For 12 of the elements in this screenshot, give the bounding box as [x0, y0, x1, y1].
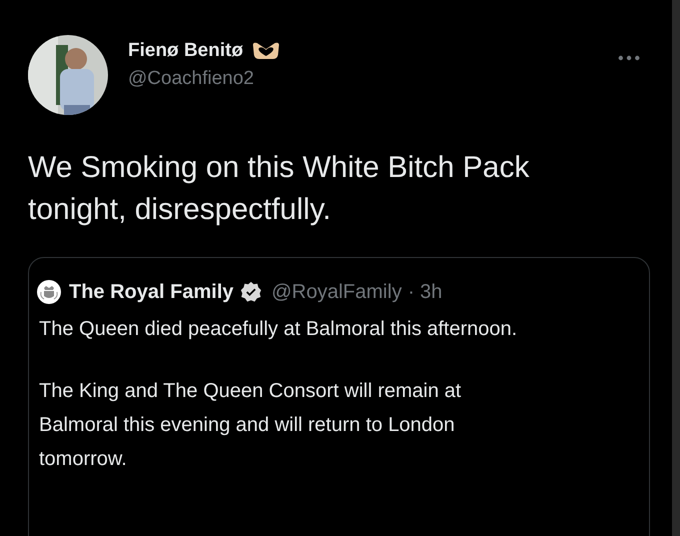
- quoted-tweet-paragraph: The King and The Queen Consort will remain at Balmoral this evening and will return to London tomorrow.: [39, 379, 462, 472]
- quoted-tweet-paragraph: The Queen died peacefully at Balmoral this afternoon.: [39, 317, 518, 342]
- quoted-tweet-card[interactable]: The Royal Family @RoyalFamily · 3h The Queen died peacefully at Balmoral this afternoon. The King and The Queen Consort will remain at Balmoral this evening and will return to London tomorrow.: [28, 257, 650, 536]
- crest-icon: [37, 280, 61, 304]
- quoted-author-handle: @RoyalFamily: [272, 280, 402, 304]
- tweet-time: · 3h: [408, 280, 442, 304]
- author-name: Fienø Benitø: [128, 40, 244, 62]
- heart-hands-icon: [251, 41, 282, 61]
- author-handle: @Coachfieno2: [128, 68, 255, 90]
- more-icon[interactable]: [618, 55, 640, 61]
- quoted-author-name: The Royal Family: [69, 280, 234, 304]
- tweet-text: We Smoking on this White Bitch Pack tonight, disrespectfully.: [28, 150, 530, 228]
